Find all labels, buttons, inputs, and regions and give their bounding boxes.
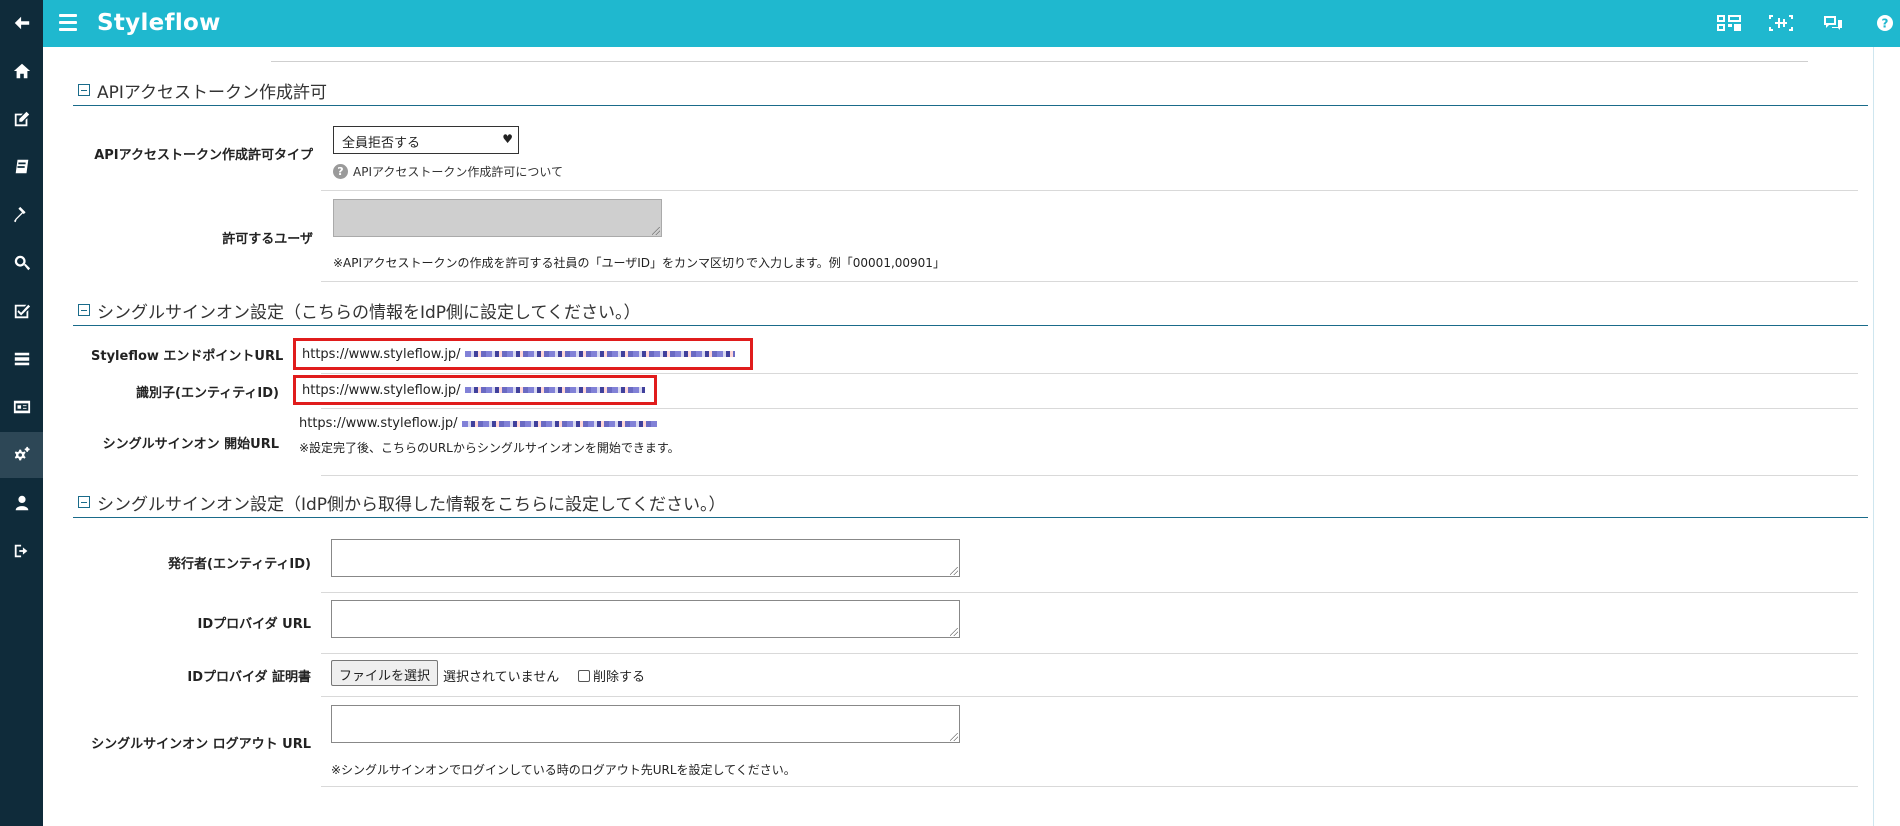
id-card-icon[interactable] — [0, 384, 43, 430]
api-type-label: APIアクセストークン作成許可タイプ — [94, 148, 313, 163]
grid-scan-icon[interactable] — [1766, 12, 1796, 34]
idp-url-label: IDプロバイダ URL — [197, 617, 311, 632]
collapse-icon[interactable] — [78, 84, 90, 96]
section-title: シングルサインオン設定（こちらの情報をIdP側に設定してください。） — [97, 303, 641, 323]
url-text: https://www.styleflow.jp/ — [299, 416, 458, 431]
redacted-segment — [464, 387, 645, 393]
sso-start-url-label: シングルサインオン 開始URL — [102, 437, 279, 452]
book-icon[interactable] — [0, 144, 43, 190]
left-sidebar — [0, 0, 43, 826]
sso-start-url-value: https://www.styleflow.jp/ — [299, 416, 657, 431]
entity-id-label: 識別子(エンティティID) — [136, 386, 279, 401]
logout-url-label: シングルサインオン ログアウト URL — [91, 737, 311, 752]
list-icon[interactable] — [0, 336, 43, 382]
issuer-input[interactable] — [331, 539, 960, 577]
settings-gears-icon[interactable] — [0, 432, 43, 478]
file-status-text: 選択されていません — [443, 670, 560, 685]
allowed-users-label: 許可するユーザ — [222, 232, 313, 247]
caret-down-icon: ♥ — [502, 132, 513, 146]
search-icon[interactable] — [0, 240, 43, 286]
hamburger-menu-icon[interactable] — [59, 14, 77, 32]
gavel-icon[interactable] — [0, 192, 43, 238]
select-value: 全員拒否する — [342, 136, 421, 151]
url-text: https://www.styleflow.jp/ — [302, 346, 461, 362]
logout-icon[interactable] — [0, 528, 43, 574]
app-title: Styleflow — [97, 10, 221, 36]
endpoint-url-label: Styleflow エンドポイントURL — [91, 349, 284, 364]
redacted-segment — [464, 351, 735, 357]
entity-id-value: https://www.styleflow.jp/ — [293, 375, 657, 405]
redacted-segment — [461, 420, 657, 427]
idp-url-input[interactable] — [331, 600, 960, 638]
help-icon[interactable]: ? — [1870, 12, 1900, 34]
section-sso-out-header: シングルサインオン設定（こちらの情報をIdP側に設定してください。） — [73, 292, 1868, 326]
chat-bubbles-icon[interactable] — [1818, 12, 1848, 34]
issuer-label: 発行者(エンティティID) — [168, 557, 311, 572]
api-help-link[interactable]: ? APIアクセストークン作成許可について — [333, 163, 563, 180]
question-icon: ? — [333, 164, 348, 179]
endpoint-url-value: https://www.styleflow.jp/ — [293, 338, 753, 370]
choose-file-button[interactable]: ファイルを選択 — [331, 660, 439, 686]
allowed-users-note: ※APIアクセストークンの作成を許可する社員の「ユーザID」をカンマ区切りで入力… — [333, 256, 945, 270]
home-icon[interactable] — [0, 48, 43, 94]
idp-cert-label: IDプロバイダ 証明書 — [187, 670, 311, 685]
section-sso-in-header: シングルサインオン設定（IdP側から取得した情報をこちらに設定してください。） — [73, 484, 1868, 518]
logout-url-note: ※シングルサインオンでログインしている時のログアウト先URLを設定してください。 — [331, 763, 796, 777]
section-title: シングルサインオン設定（IdP側から取得した情報をこちらに設定してください。） — [97, 495, 726, 515]
collapse-icon[interactable] — [78, 496, 90, 508]
sso-start-note: ※設定完了後、こちらのURLからシングルサインオンを開始できます。 — [299, 441, 680, 455]
qr-code-icon[interactable] — [1714, 12, 1744, 34]
checkbox-box[interactable] — [578, 669, 590, 682]
checkbox-icon[interactable] — [0, 288, 43, 334]
api-type-select[interactable]: 全員拒否する ♥ — [333, 126, 519, 154]
user-icon[interactable] — [0, 480, 43, 526]
help-text: APIアクセストークン作成許可について — [353, 165, 564, 179]
back-arrow-icon[interactable] — [0, 0, 43, 46]
url-text: https://www.styleflow.jp/ — [302, 382, 461, 398]
vertical-scrollbar[interactable] — [1873, 47, 1900, 826]
section-title: APIアクセストークン作成許可 — [97, 83, 328, 103]
collapse-icon[interactable] — [78, 304, 90, 316]
allowed-users-field — [333, 199, 662, 237]
logout-url-input[interactable] — [331, 705, 960, 743]
checkbox-label: 削除する — [593, 670, 646, 685]
svg-text:?: ? — [1882, 17, 1889, 31]
edit-icon[interactable] — [0, 96, 43, 142]
delete-checkbox[interactable]: 削除する — [578, 666, 645, 685]
section-api-header: APIアクセストークン作成許可 — [73, 72, 1868, 106]
top-header: Styleflow ? — [43, 0, 1900, 47]
main-content: APIアクセストークン作成許可 APIアクセストークン作成許可タイプ 全員拒否す… — [73, 47, 1873, 826]
